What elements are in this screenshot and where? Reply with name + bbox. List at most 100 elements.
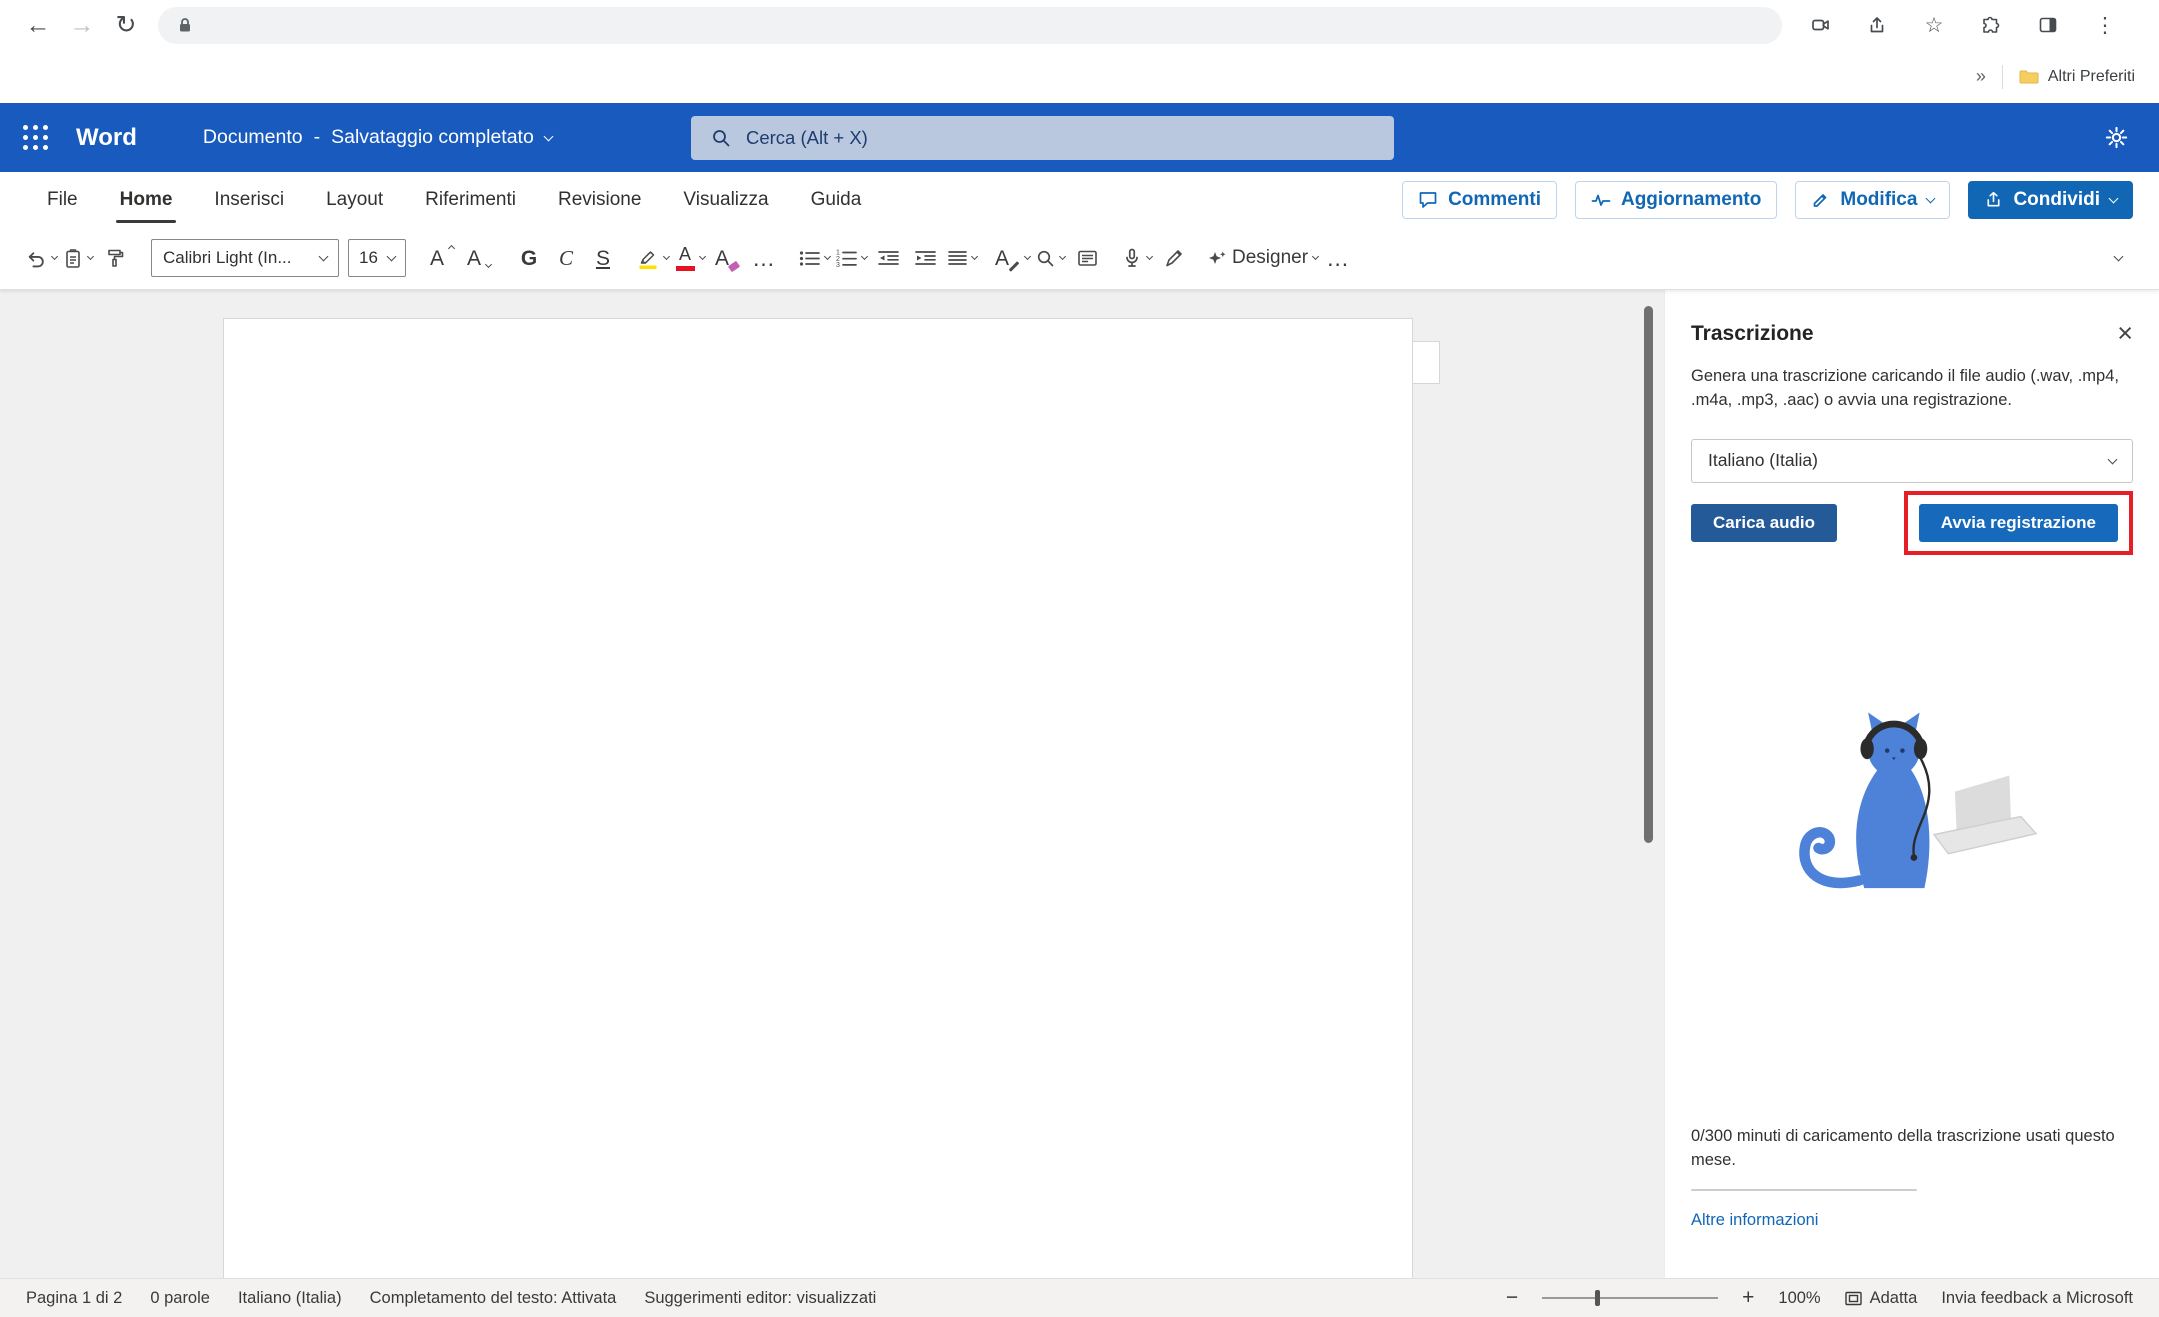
upload-audio-button[interactable]: Carica audio <box>1691 504 1837 542</box>
immersive-reader-button[interactable] <box>1070 237 1104 279</box>
share-icon[interactable] <box>1858 6 1896 44</box>
bookmark-star-icon[interactable]: ☆ <box>1915 6 1953 44</box>
format-painter-button[interactable] <box>98 237 132 279</box>
designer-button[interactable]: Designer <box>1207 237 1318 279</box>
italic-button[interactable]: C <box>549 237 583 279</box>
clipboard-icon <box>63 248 83 269</box>
browser-address-bar[interactable] <box>158 7 1782 44</box>
zoom-level[interactable]: 100% <box>1778 1289 1820 1308</box>
browser-back-icon[interactable]: ← <box>16 11 60 40</box>
cat-laptop-illustration <box>1767 701 2057 911</box>
grow-font-icon: A <box>430 248 444 269</box>
bullet-list-button[interactable] <box>797 237 831 279</box>
collapse-ribbon-button[interactable] <box>2101 237 2135 279</box>
transcription-panel: Trascrizione × Genera una trascrizione c… <box>1664 290 2159 1278</box>
settings-button[interactable] <box>2104 125 2129 150</box>
chevron-down-icon <box>970 253 977 260</box>
text-completion-indicator[interactable]: Completamento del testo: Attivata <box>370 1289 617 1308</box>
tab-revisione[interactable]: Revisione <box>537 172 662 227</box>
undo-icon <box>25 249 47 268</box>
chevron-down-icon <box>485 261 492 268</box>
update-button[interactable]: Aggiornamento <box>1575 181 1777 219</box>
comment-card-stub[interactable] <box>1413 341 1440 384</box>
chevron-down-icon <box>698 253 705 260</box>
tab-home[interactable]: Home <box>99 172 194 227</box>
browser-menu-icon[interactable]: ⋮ <box>2086 6 2124 44</box>
zoom-slider[interactable] <box>1542 1297 1718 1299</box>
app-launcher-icon[interactable] <box>18 121 52 155</box>
shrink-font-button[interactable]: A <box>462 237 496 279</box>
document-name[interactable]: Documento <box>203 126 303 149</box>
panel-description: Genera una trascrizione caricando il fil… <box>1691 365 2133 413</box>
ribbon-tab-bar: File Home Inserisci Layout Riferimenti R… <box>0 172 2159 227</box>
more-info-link[interactable]: Altre informazioni <box>1691 1211 1818 1230</box>
search-box[interactable] <box>691 116 1394 160</box>
language-select[interactable]: Italiano (Italia) <box>1691 439 2133 483</box>
chevron-down-icon <box>1312 253 1319 260</box>
bookmarks-folder[interactable]: Altri Preferiti <box>2019 68 2135 86</box>
decrease-indent-button[interactable] <box>871 237 905 279</box>
tab-inserisci[interactable]: Inserisci <box>193 172 305 227</box>
undo-button[interactable] <box>24 237 58 279</box>
highlight-button[interactable] <box>636 237 670 279</box>
align-button[interactable] <box>945 237 979 279</box>
browser-toolbar: ← → ↻ ☆ ⋮ <box>0 0 2159 50</box>
editor-suggestions-indicator[interactable]: Suggerimenti editor: visualizzati <box>644 1289 876 1308</box>
share-label: Condividi <box>2013 189 2100 211</box>
font-size-select[interactable]: 16 <box>348 239 406 277</box>
styles-button[interactable]: A <box>995 237 1030 279</box>
font-name-select[interactable]: Calibri Light (In... <box>151 239 339 277</box>
search-icon <box>1036 249 1055 268</box>
document-scrollbar[interactable] <box>1644 306 1653 843</box>
chevron-down-icon <box>1146 253 1153 260</box>
tab-layout[interactable]: Layout <box>305 172 404 227</box>
chevron-down-icon <box>663 253 670 260</box>
browser-forward-icon[interactable]: → <box>60 11 104 40</box>
zoom-slider-handle[interactable] <box>1595 1290 1600 1306</box>
video-call-icon[interactable] <box>1801 6 1839 44</box>
edit-mode-button[interactable]: Modifica <box>1795 181 1950 219</box>
tab-riferimenti[interactable]: Riferimenti <box>404 172 537 227</box>
main-area: Trascrizione × Genera una trascrizione c… <box>0 290 2159 1278</box>
extensions-icon[interactable] <box>1972 6 2010 44</box>
bookmarks-overflow-chevrons[interactable]: » <box>1976 66 1986 87</box>
divider <box>2002 65 2003 89</box>
share-button[interactable]: Condividi <box>1968 181 2133 219</box>
bold-button[interactable]: G <box>512 237 546 279</box>
tab-guida[interactable]: Guida <box>790 172 883 227</box>
find-button[interactable] <box>1033 237 1067 279</box>
tab-visualizza[interactable]: Visualizza <box>662 172 789 227</box>
side-panel-icon[interactable] <box>2029 6 2067 44</box>
zoom-out-button[interactable]: − <box>1506 1286 1518 1310</box>
grow-font-button[interactable]: A <box>425 237 459 279</box>
close-icon[interactable]: × <box>2117 320 2133 347</box>
start-recording-button[interactable]: Avvia registrazione <box>1919 504 2118 542</box>
fit-page-button[interactable]: Adatta <box>1845 1289 1918 1308</box>
underline-button[interactable]: S <box>586 237 620 279</box>
browser-reload-icon[interactable]: ↻ <box>104 10 148 40</box>
chevron-up-icon <box>448 245 455 252</box>
more-tools-button[interactable]: … <box>1321 237 1355 279</box>
more-formatting-button[interactable]: … <box>747 237 781 279</box>
search-input[interactable] <box>746 127 1374 149</box>
dictate-button[interactable] <box>1120 237 1154 279</box>
editor-button[interactable] <box>1157 237 1191 279</box>
numbered-list-button[interactable]: 1 2 3 <box>834 237 868 279</box>
increase-indent-button[interactable] <box>908 237 942 279</box>
pencil-icon <box>1811 190 1830 209</box>
word-count[interactable]: 0 parole <box>150 1289 210 1308</box>
tab-file[interactable]: File <box>26 172 99 227</box>
font-color-button[interactable]: A <box>673 237 707 279</box>
usage-progress-bar <box>1691 1189 1917 1191</box>
document-title[interactable]: Documento - Salvataggio completato <box>203 126 552 149</box>
comments-button[interactable]: Commenti <box>1402 181 1557 219</box>
app-name[interactable]: Word <box>76 124 137 152</box>
language-indicator[interactable]: Italiano (Italia) <box>238 1289 342 1308</box>
page-indicator[interactable]: Pagina 1 di 2 <box>26 1289 122 1308</box>
feedback-link[interactable]: Invia feedback a Microsoft <box>1941 1289 2133 1308</box>
clear-format-button[interactable]: A <box>710 237 744 279</box>
decrease-indent-icon <box>878 250 899 266</box>
paste-button[interactable] <box>61 237 95 279</box>
zoom-in-button[interactable]: + <box>1742 1286 1754 1310</box>
document-page[interactable] <box>223 318 1413 1278</box>
